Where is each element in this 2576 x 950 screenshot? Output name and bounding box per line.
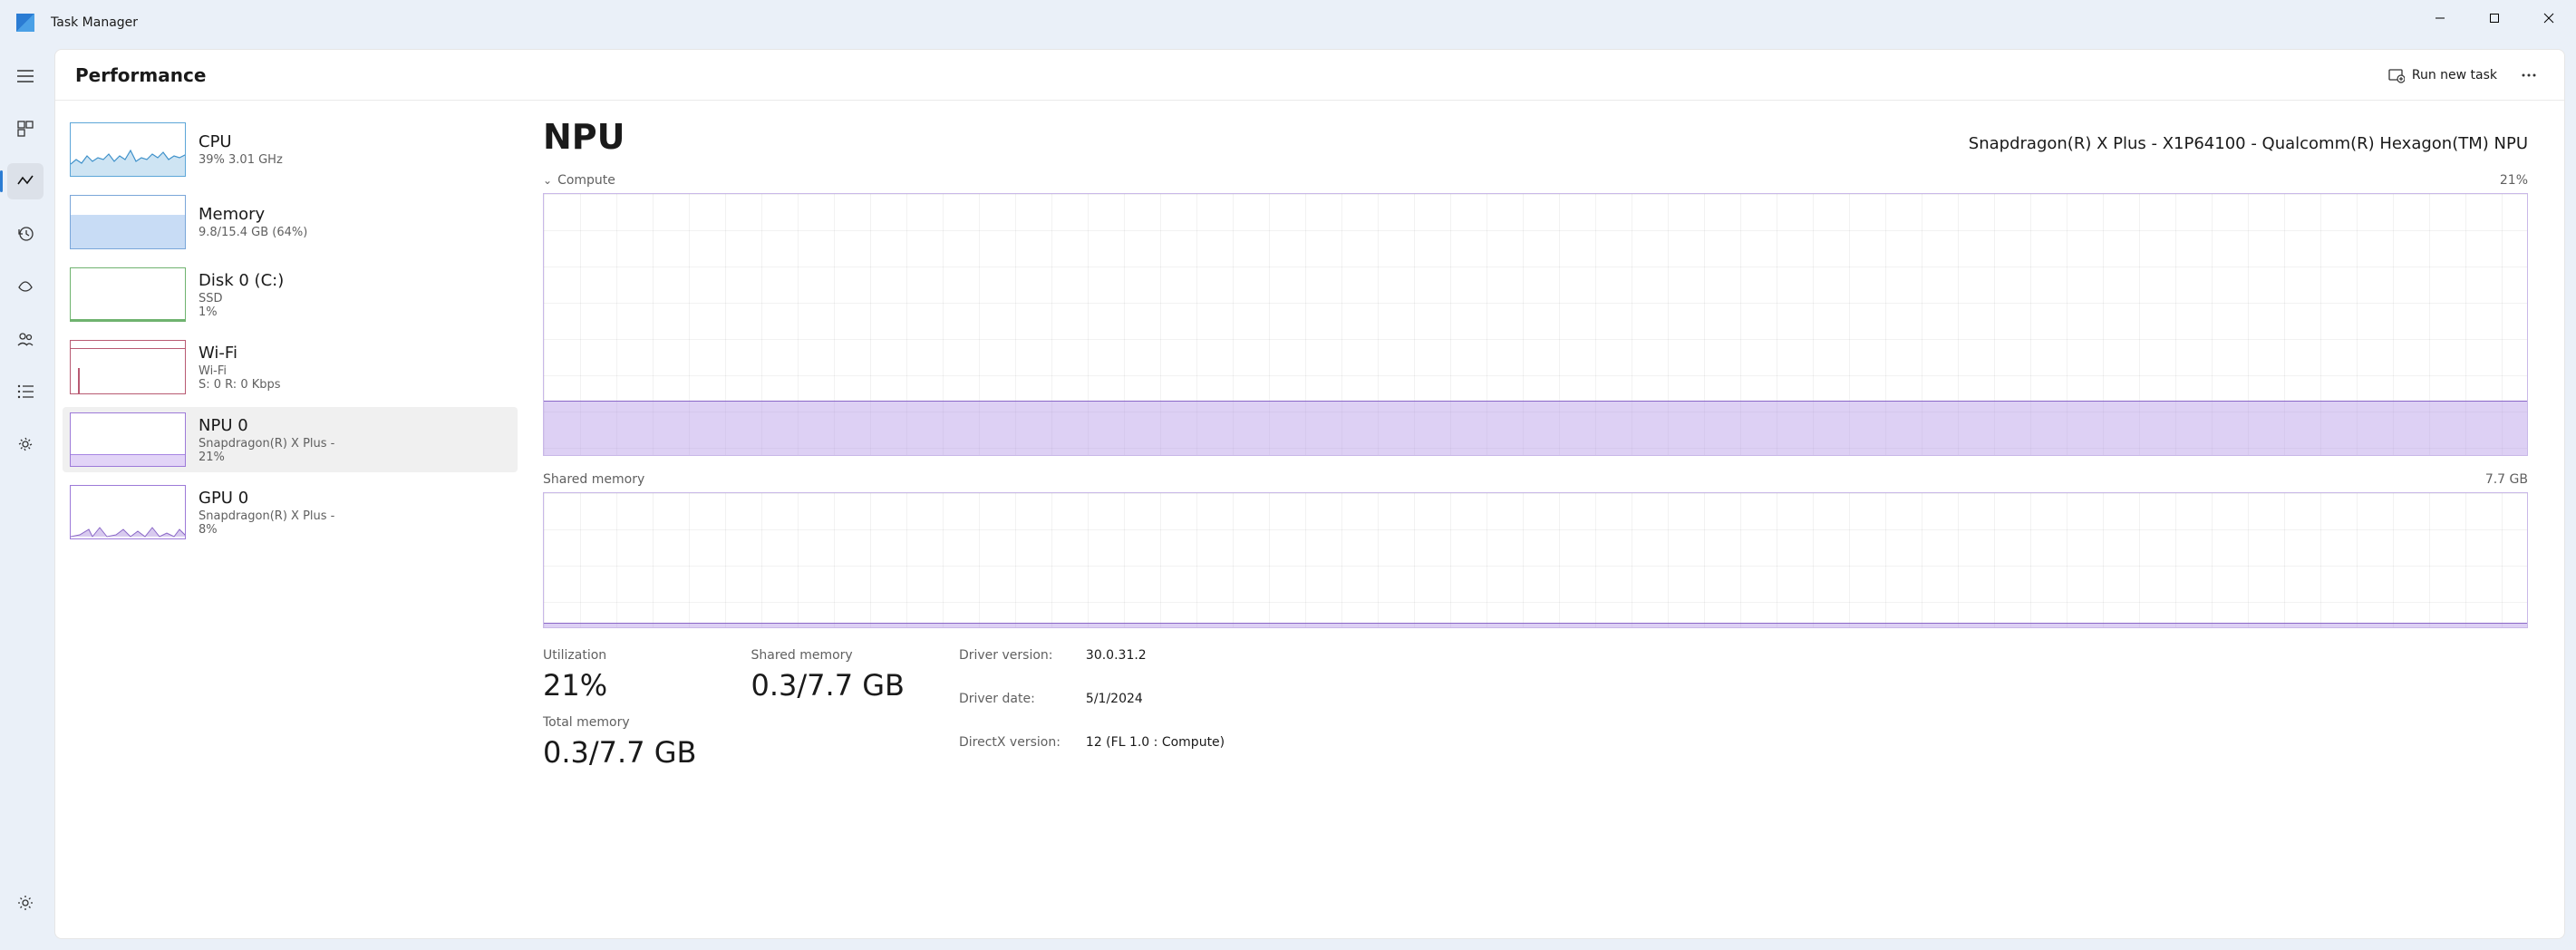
resource-item-gpu[interactable]: GPU 0 Snapdragon(R) X Plus - 8%	[63, 480, 518, 545]
nav-settings[interactable]	[7, 885, 44, 921]
minimize-button[interactable]	[2413, 0, 2467, 36]
stat-label: Shared memory	[751, 648, 904, 663]
page-header: Performance Run new task	[55, 50, 2564, 101]
details-icon	[17, 384, 34, 399]
detail-pane: NPU Snapdragon(R) X Plus - X1P64100 - Qu…	[525, 101, 2564, 938]
stat-value: 0.3/7.7 GB	[751, 668, 904, 703]
resource-sub: 39% 3.01 GHz	[199, 153, 283, 167]
compute-scale: 21%	[2500, 173, 2528, 188]
shared-memory-chart[interactable]	[543, 492, 2528, 628]
nav-processes[interactable]	[7, 111, 44, 147]
app-icon	[16, 14, 34, 32]
resource-sub2: 1%	[199, 305, 284, 319]
more-button[interactable]	[2513, 67, 2544, 83]
compute-chart-block: ⌄ Compute 21%	[543, 173, 2528, 456]
driver-info-table: Driver version: 30.0.31.2 Driver date: 5…	[959, 648, 1225, 770]
resource-label: NPU 0	[199, 416, 334, 435]
run-task-icon	[2388, 67, 2405, 83]
resource-sub: SSD	[199, 292, 284, 305]
resource-sub2: 8%	[199, 523, 334, 537]
kv-value: 30.0.31.2	[1086, 648, 1225, 683]
resource-sub: Snapdragon(R) X Plus -	[199, 509, 334, 523]
resource-sub2: S: 0 R: 0 Kbps	[199, 378, 281, 392]
wifi-thumb	[70, 340, 186, 394]
performance-icon	[17, 173, 34, 189]
nav-users[interactable]	[7, 321, 44, 357]
maximize-icon	[2489, 13, 2500, 24]
main-card: Performance Run new task	[54, 49, 2565, 939]
resource-label: Wi-Fi	[199, 344, 281, 363]
stats-row: Utilization 21% Total memory 0.3/7.7 GB …	[543, 648, 2528, 770]
stat-utilization: Utilization 21%	[543, 648, 696, 703]
stat-label: Utilization	[543, 648, 696, 663]
resource-sub: Snapdragon(R) X Plus -	[199, 437, 334, 451]
shared-memory-label: Shared memory	[543, 472, 644, 487]
kv-key: DirectX version:	[959, 735, 1060, 770]
resource-item-cpu[interactable]: CPU 39% 3.01 GHz	[63, 117, 518, 182]
resource-sub: 9.8/15.4 GB (64%)	[199, 226, 307, 239]
run-new-task-button[interactable]: Run new task	[2379, 62, 2506, 89]
close-icon	[2543, 13, 2554, 24]
nav-app-history[interactable]	[7, 216, 44, 252]
stat-value: 0.3/7.7 GB	[543, 735, 696, 770]
resource-label: Memory	[199, 205, 307, 224]
users-icon	[16, 331, 34, 347]
disk-thumb	[70, 267, 186, 322]
nav-details[interactable]	[7, 373, 44, 410]
resource-label: Disk 0 (C:)	[199, 271, 284, 290]
cpu-sparkline	[71, 123, 186, 177]
kv-value: 5/1/2024	[1086, 692, 1225, 726]
kv-key: Driver version:	[959, 648, 1060, 683]
resource-item-memory[interactable]: Memory 9.8/15.4 GB (64%)	[63, 189, 518, 255]
services-icon	[17, 436, 34, 452]
minimize-icon	[2435, 13, 2445, 24]
resource-sub: Wi-Fi	[199, 364, 281, 378]
titlebar: Task Manager	[0, 0, 2576, 45]
run-new-task-label: Run new task	[2412, 68, 2497, 82]
stat-label: Total memory	[543, 715, 696, 730]
resource-label: CPU	[199, 132, 283, 151]
stat-value: 21%	[543, 668, 696, 703]
stat-shared-memory: Shared memory 0.3/7.7 GB	[751, 648, 904, 770]
memory-thumb	[70, 195, 186, 249]
compute-chart[interactable]	[543, 193, 2528, 456]
shared-memory-scale: 7.7 GB	[2485, 472, 2528, 487]
cpu-thumb	[70, 122, 186, 177]
window-controls	[2413, 0, 2576, 36]
app-title: Task Manager	[51, 15, 138, 30]
nav-performance[interactable]	[7, 163, 44, 199]
processes-icon	[17, 121, 34, 137]
resource-sub2: 21%	[199, 451, 334, 464]
device-name: Snapdragon(R) X Plus - X1P64100 - Qualco…	[1969, 134, 2528, 153]
gpu-thumb	[70, 485, 186, 539]
npu-thumb	[70, 412, 186, 467]
startup-icon	[16, 278, 34, 295]
nav-rail	[0, 45, 51, 950]
page-title: Performance	[75, 64, 206, 86]
history-icon	[17, 226, 34, 242]
resource-list: CPU 39% 3.01 GHz Memory 9.8/15.4 GB (64%…	[55, 101, 525, 938]
resource-item-npu[interactable]: NPU 0 Snapdragon(R) X Plus - 21%	[63, 407, 518, 472]
resource-item-disk[interactable]: Disk 0 (C:) SSD 1%	[63, 262, 518, 327]
detail-title: NPU	[543, 117, 625, 157]
maximize-button[interactable]	[2467, 0, 2522, 36]
nav-startup[interactable]	[7, 268, 44, 305]
resource-item-wifi[interactable]: Wi-Fi Wi-Fi S: 0 R: 0 Kbps	[63, 334, 518, 400]
close-button[interactable]	[2522, 0, 2576, 36]
hamburger-icon	[17, 70, 34, 82]
kv-key: Driver date:	[959, 692, 1060, 726]
more-icon	[2521, 73, 2537, 78]
nav-hamburger[interactable]	[7, 58, 44, 94]
gpu-sparkline	[71, 485, 186, 538]
kv-value: 12 (FL 1.0 : Compute)	[1086, 735, 1225, 770]
stat-total-memory: Total memory 0.3/7.7 GB	[543, 715, 696, 770]
compute-label: Compute	[557, 173, 615, 188]
shared-memory-chart-block: Shared memory 7.7 GB	[543, 472, 2528, 628]
chevron-down-icon[interactable]: ⌄	[543, 174, 552, 187]
nav-services[interactable]	[7, 426, 44, 462]
gear-icon	[17, 895, 34, 911]
resource-label: GPU 0	[199, 489, 334, 508]
